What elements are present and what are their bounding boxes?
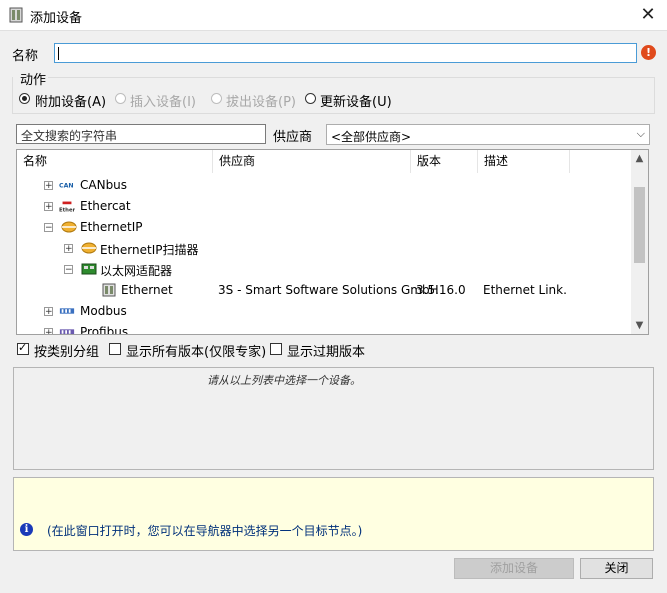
tree-row-canbus[interactable]: + CAN CANbus: [17, 175, 631, 196]
modbus-icon: [59, 308, 75, 314]
radio-insert-label[interactable]: 插入设备(I): [130, 91, 196, 110]
collapse-icon[interactable]: −: [64, 265, 73, 275]
name-label: 名称: [12, 49, 39, 64]
show-outdated-checkbox[interactable]: [270, 343, 282, 355]
show-all-versions-checkbox[interactable]: [109, 343, 121, 355]
ethernetip-icon: [81, 242, 97, 254]
can-icon: CAN: [59, 183, 74, 190]
group-by-category-label[interactable]: 按类别分组: [34, 341, 99, 360]
tree-row-name: Ethercat: [80, 199, 131, 213]
tree-row-ethernet[interactable]: Ethernet 3S - Smart Software Solutions G…: [17, 280, 631, 301]
expand-icon[interactable]: +: [44, 307, 53, 317]
tree-row-ethernetip[interactable]: − EthernetIP: [17, 217, 631, 238]
radio-update-label[interactable]: 更新设备(U): [320, 91, 392, 110]
tree-row-name: Profibus: [80, 325, 129, 335]
info-panel: [13, 477, 654, 551]
info-text: (在此窗口打开时，您可以在导航器中选择另一个目标节点。): [47, 524, 363, 538]
show-outdated-label[interactable]: 显示过期版本: [287, 341, 365, 360]
close-button[interactable]: 关闭: [580, 558, 653, 579]
close-icon[interactable]: ✕: [636, 3, 660, 27]
column-header-version[interactable]: 版本: [411, 150, 478, 173]
tree-row-version: 3.5.16.0: [416, 283, 466, 297]
device-icon: [102, 283, 116, 297]
info-icon: i: [20, 523, 33, 536]
scroll-up-icon[interactable]: ▲: [631, 150, 648, 167]
tree-row-modbus[interactable]: + Modbus: [17, 301, 631, 322]
action-group-label: 动作: [20, 73, 47, 88]
scroll-down-icon[interactable]: ▼: [631, 317, 648, 334]
radio-update[interactable]: [305, 93, 316, 104]
column-header-description[interactable]: 描述: [478, 150, 570, 173]
expand-icon[interactable]: +: [64, 244, 73, 254]
scrollbar-thumb[interactable]: [634, 187, 645, 263]
ethernet-adapter-icon: [81, 263, 97, 275]
radio-append-label[interactable]: 附加设备(A): [35, 91, 106, 110]
window-title: 添加设备: [30, 11, 83, 26]
expand-icon[interactable]: +: [44, 181, 53, 191]
tree-row-ethercat[interactable]: + EtherCAT Ethercat: [17, 196, 631, 217]
tree-row-name: CANbus: [80, 178, 128, 192]
chevron-down-icon: ⌵: [636, 127, 645, 140]
device-tree[interactable]: 名称 供应商 版本 描述 + CAN CANbus + EtherCAT Eth…: [16, 149, 649, 335]
tree-row-ethernet-adapter[interactable]: − 以太网适配器: [17, 259, 631, 280]
title-bar: 添加设备 ✕: [0, 0, 667, 31]
groupbox-divider: [48, 77, 655, 78]
description-text: 请从以上列表中选择一个设备。: [207, 374, 361, 387]
ethercat-icon: EtherCAT: [59, 201, 75, 213]
tree-row-name: EthernetIP扫描器: [100, 243, 199, 257]
collapse-icon[interactable]: −: [44, 223, 53, 233]
tree-row-description: Ethernet Link.: [483, 283, 567, 297]
radio-plug[interactable]: [211, 93, 222, 104]
column-header-name[interactable]: 名称: [17, 150, 213, 173]
tree-row-vendor: 3S - Smart Software Solutions GmbH: [218, 283, 439, 297]
column-header-vendor[interactable]: 供应商: [213, 150, 411, 173]
svg-text:CAN: CAN: [59, 183, 74, 190]
vendor-dropdown[interactable]: <全部供应商> ⌵: [326, 124, 650, 145]
radio-append[interactable]: [19, 93, 30, 104]
tree-row-name: Modbus: [80, 304, 127, 318]
error-icon: !: [641, 45, 656, 60]
tree-row-name: 以太网适配器: [100, 264, 173, 278]
radio-plug-label[interactable]: 拔出设备(P): [226, 91, 296, 110]
name-input[interactable]: [54, 43, 637, 63]
add-device-button[interactable]: 添加设备: [454, 558, 574, 579]
group-by-category-checkbox[interactable]: [17, 341, 29, 355]
search-placeholder: 全文搜索的字符串: [21, 129, 118, 143]
ethernetip-icon: [61, 221, 77, 233]
profibus-icon: [59, 329, 75, 334]
vendor-selected: <全部供应商>: [331, 130, 412, 144]
tree-row-name: EthernetIP: [80, 220, 143, 234]
tree-row-name: Ethernet: [121, 283, 173, 297]
show-all-versions-label[interactable]: 显示所有版本(仅限专家): [126, 341, 266, 360]
expand-icon[interactable]: +: [44, 202, 53, 212]
tree-row-profibus[interactable]: + Profibus: [17, 322, 631, 335]
search-input[interactable]: 全文搜索的字符串: [16, 124, 266, 144]
vendor-label: 供应商: [273, 130, 313, 145]
tree-row-ethernetip-scanner[interactable]: + EthernetIP扫描器: [17, 238, 631, 259]
expand-icon[interactable]: +: [44, 328, 53, 334]
svg-text:EtherCAT: EtherCAT: [59, 207, 75, 213]
text-caret: [58, 47, 59, 60]
app-icon: [9, 7, 23, 23]
radio-insert[interactable]: [115, 93, 126, 104]
tree-scrollbar[interactable]: ▲ ▼: [631, 150, 648, 334]
